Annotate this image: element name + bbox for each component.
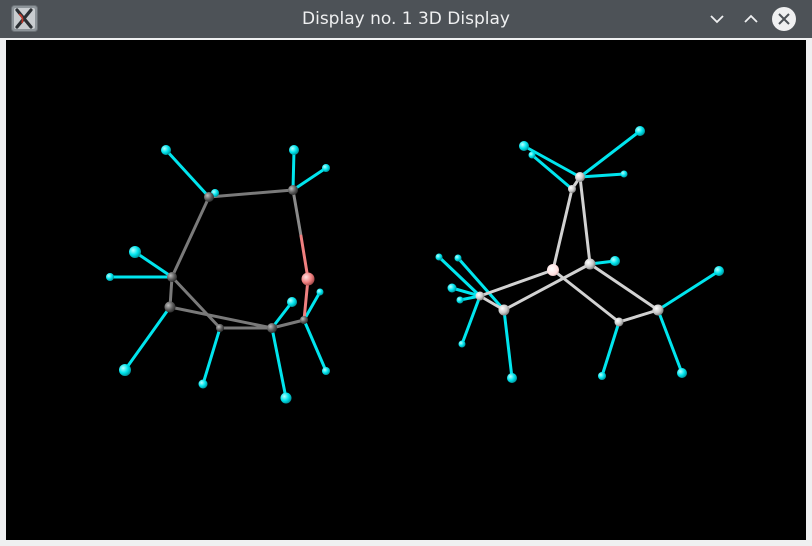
title-bar[interactable]: Display no. 1 3D Display <box>0 0 812 38</box>
right-molecule[interactable] <box>435 126 725 383</box>
center-atom[interactable] <box>547 264 559 276</box>
app-window: Display no. 1 3D Display <box>0 0 812 546</box>
close-button[interactable] <box>771 6 797 32</box>
left-molecule[interactable] <box>106 145 330 404</box>
maximize-button[interactable] <box>738 6 764 32</box>
client-area <box>0 38 812 546</box>
molecule-3d-viewport[interactable] <box>6 40 806 540</box>
minimize-icon <box>710 15 724 24</box>
molecule-scene[interactable] <box>6 40 806 540</box>
oxygen-atom[interactable] <box>301 272 315 286</box>
close-icon <box>772 7 796 31</box>
xwindows-app-icon[interactable] <box>11 5 38 32</box>
maximize-icon <box>744 14 758 23</box>
minimize-button[interactable] <box>704 6 730 32</box>
window-title: Display no. 1 3D Display <box>302 9 510 29</box>
